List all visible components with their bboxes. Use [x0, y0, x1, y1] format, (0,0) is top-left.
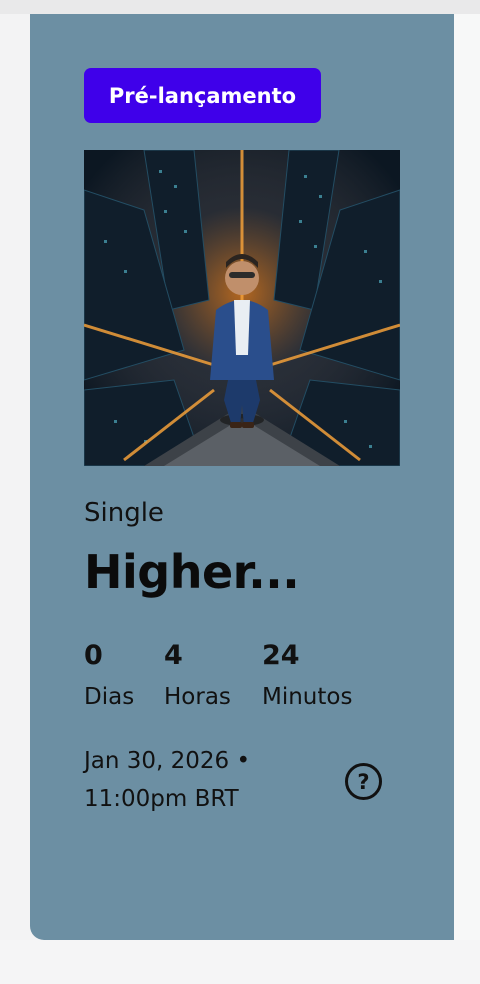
countdown-hours-value: 4	[164, 640, 183, 671]
right-border	[454, 14, 480, 940]
bottom-area	[0, 940, 480, 984]
release-type-label: Single	[84, 498, 164, 528]
countdown-minutes-value: 24	[262, 640, 300, 671]
question-circle-icon[interactable]: ?	[345, 763, 382, 800]
countdown-hours-label: Horas	[164, 684, 231, 710]
top-border	[0, 0, 480, 14]
release-time: 11:00pm BRT	[84, 786, 239, 812]
countdown-days-label: Dias	[84, 684, 135, 710]
countdown-days-value: 0	[84, 640, 103, 671]
pre-release-badge: Pré-lançamento	[84, 68, 321, 123]
release-title: Higher...	[84, 545, 300, 599]
album-cover-image[interactable]	[84, 150, 400, 466]
countdown-minutes-label: Minutos	[262, 684, 353, 710]
release-date: Jan 30, 2026 •	[84, 748, 251, 774]
